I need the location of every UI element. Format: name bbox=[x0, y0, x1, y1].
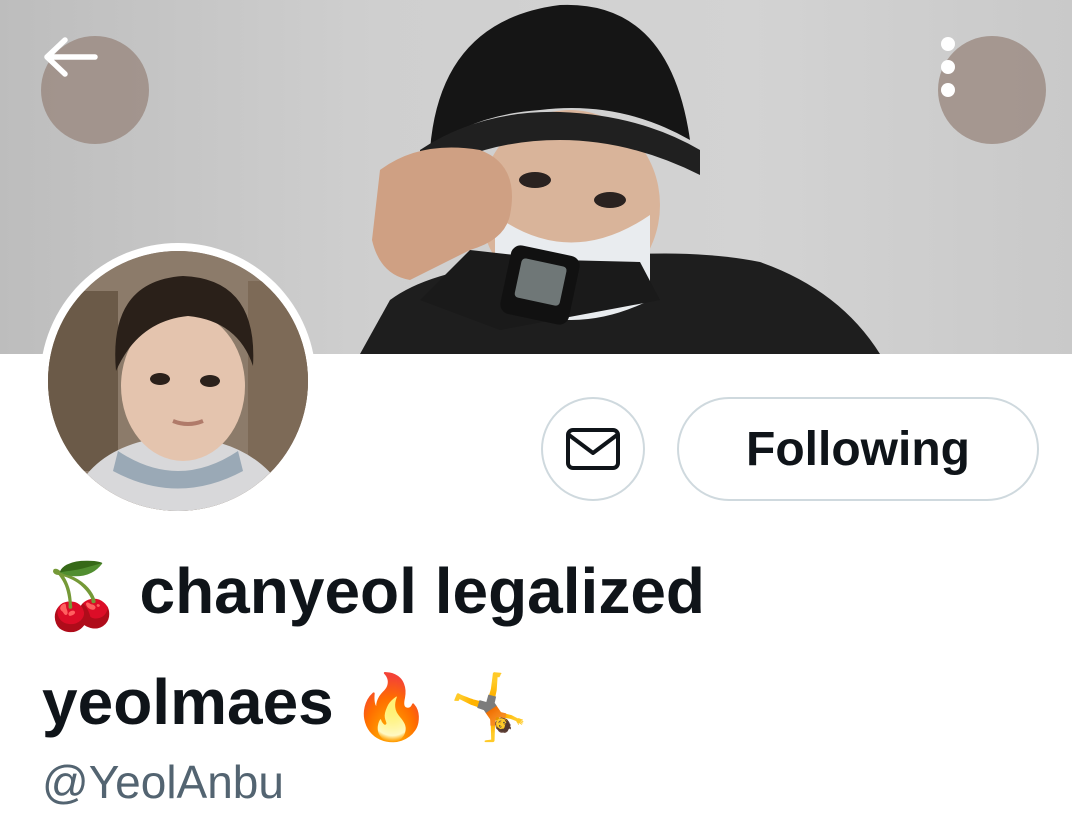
message-button[interactable] bbox=[541, 397, 645, 501]
display-name-text-1: chanyeol legalized bbox=[139, 555, 705, 627]
display-name-text-2: yeolmaes bbox=[42, 666, 334, 739]
display-name-line-1: 🍒 chanyeol legalized bbox=[42, 538, 1042, 649]
cherry-emoji: 🍒 bbox=[42, 560, 122, 633]
avatar-photo bbox=[48, 251, 308, 511]
fire-emoji: 🔥 bbox=[351, 671, 432, 744]
user-handle: @YeolAnbu bbox=[42, 756, 284, 808]
following-label: Following bbox=[746, 422, 970, 476]
display-name: 🍒 chanyeol legalized yeolmaes 🔥 🤸 bbox=[42, 538, 1042, 760]
more-vertical-icon bbox=[941, 37, 955, 97]
envelope-icon bbox=[566, 428, 620, 470]
more-options-button[interactable] bbox=[938, 36, 1046, 144]
cartwheel-emoji: 🤸 bbox=[449, 671, 529, 744]
avatar-ring bbox=[40, 243, 316, 519]
avatar[interactable] bbox=[48, 251, 308, 511]
display-name-line-2: yeolmaes 🔥 🤸 bbox=[42, 649, 1042, 760]
following-button[interactable]: Following bbox=[677, 397, 1039, 501]
back-button[interactable] bbox=[41, 36, 149, 144]
arrow-left-icon bbox=[44, 37, 98, 77]
